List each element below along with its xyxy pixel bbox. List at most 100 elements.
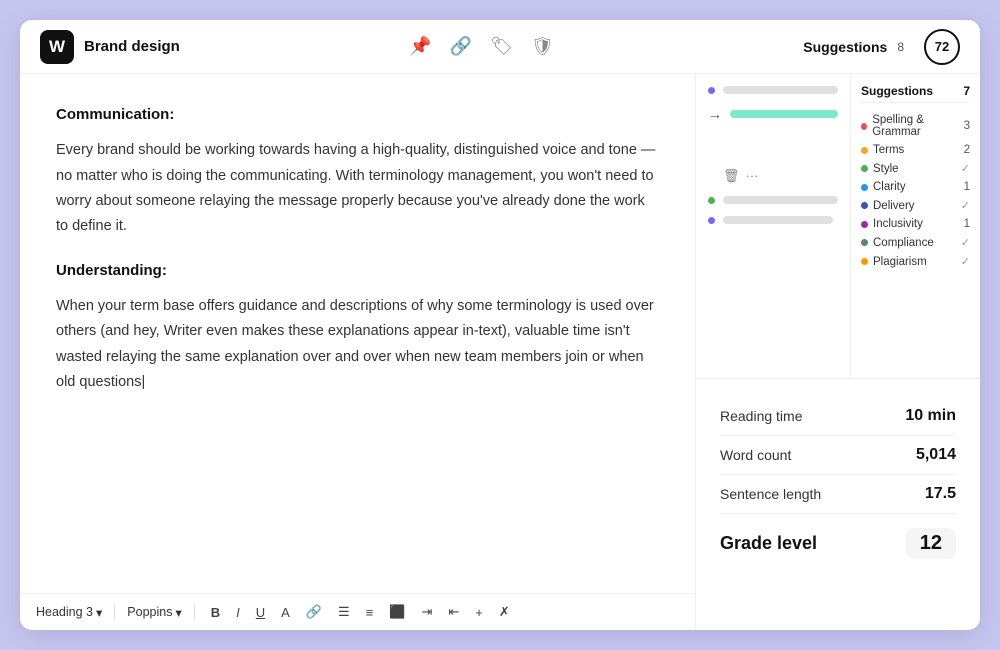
sug-line-highlighted [730, 110, 838, 118]
bold-button[interactable]: B [207, 603, 224, 622]
stats-panel: Reading time 10 min Word count 5,014 Sen… [696, 379, 980, 577]
sug-dot-2 [708, 197, 715, 204]
sug-cat-dot [861, 123, 867, 130]
sug-cat-dot [861, 147, 868, 154]
sug-cat-dot [861, 165, 868, 172]
sug-cat-row[interactable]: Plagiarism ✓ [861, 252, 970, 271]
sug-cat-count: 1 [964, 218, 970, 230]
sug-cat-row[interactable]: Terms 2 [861, 141, 970, 159]
reading-time-label: Reading time [720, 408, 803, 424]
pin-icon[interactable]: 📌 [409, 36, 431, 57]
sug-arrow: → [708, 106, 722, 122]
sug-cat-name: Style [873, 163, 899, 175]
sug-cat-row[interactable]: Style ✓ [861, 159, 970, 178]
sug-cat-title: Suggestions [861, 84, 933, 98]
sug-cat-left: Clarity [861, 181, 906, 193]
more-button[interactable]: ✗ [495, 602, 514, 622]
sentence-length-row: Sentence length 17.5 [720, 475, 956, 514]
sug-cat-name: Plagiarism [873, 256, 927, 268]
sug-cat-name: Inclusivity [873, 218, 923, 230]
sug-cat-row[interactable]: Delivery ✓ [861, 196, 970, 215]
toolbar-sep-1 [114, 604, 115, 620]
indent-button[interactable]: ⇥ [417, 602, 436, 622]
right-panel: → 🗑 ··· [695, 74, 980, 630]
more-options-icon[interactable]: ··· [746, 168, 759, 184]
suggestions-panel: → 🗑 ··· [696, 74, 980, 379]
sug-cat-dot [861, 258, 868, 265]
ul-button[interactable]: ☰ [334, 602, 354, 622]
editor-content[interactable]: Communication: Every brand should be wor… [20, 74, 695, 593]
sug-cat-left: Spelling & Grammar [861, 114, 964, 138]
sug-left: → 🗑 ··· [696, 74, 850, 378]
sug-cat-count: ✓ [961, 255, 970, 268]
sug-line-1 [723, 86, 838, 94]
logo-icon: W [40, 30, 74, 64]
sug-cat-count: 1 [964, 181, 970, 193]
checkmark: ✓ [961, 237, 970, 249]
delete-icon[interactable]: 🗑 [723, 168, 740, 184]
sug-row-3 [708, 196, 838, 204]
sug-row-4 [708, 216, 838, 224]
word-count-value: 5,014 [916, 446, 956, 464]
sug-cat-name: Compliance [873, 237, 934, 249]
sug-cat-left: Compliance [861, 237, 934, 249]
app-title: Brand design [84, 38, 180, 55]
link-icon[interactable]: 🔗 [450, 36, 472, 57]
grade-level-label: Grade level [720, 533, 817, 554]
editor-toolbar: Heading 3 ▾ Poppins ▾ B I U A 🔗 ☰ ≡ ⬛ ⇥ … [20, 593, 695, 630]
sug-cat-left: Inclusivity [861, 218, 923, 230]
sug-cat-dot [861, 202, 868, 209]
header-tools: 📌 🔗 🏷 🛡 [409, 36, 554, 57]
suggestions-label: Suggestions [803, 39, 887, 55]
checkmark: ✓ [961, 163, 970, 175]
link-button[interactable]: 🔗 [302, 602, 326, 622]
checkmark: ✓ [961, 256, 970, 268]
word-count-label: Word count [720, 447, 791, 463]
sug-cat-left: Terms [861, 144, 904, 156]
sug-cat-row[interactable]: Clarity 1 [861, 178, 970, 196]
font-select[interactable]: Poppins ▾ [127, 605, 181, 620]
sug-cat-name: Delivery [873, 200, 915, 212]
toolbar-sep-2 [194, 604, 195, 620]
sug-cat-left: Plagiarism [861, 256, 927, 268]
sentence-length-label: Sentence length [720, 486, 821, 502]
italic-button[interactable]: I [232, 603, 244, 622]
sug-cat-dot [861, 239, 868, 246]
reading-time-row: Reading time 10 min [720, 397, 956, 436]
sug-cat-count: ✓ [961, 199, 970, 212]
section2-para: When your term base offers guidance and … [56, 294, 659, 396]
section1-para: Every brand should be working towards ha… [56, 138, 659, 240]
sug-cat-row[interactable]: Compliance ✓ [861, 233, 970, 252]
sug-cat-count: ✓ [961, 236, 970, 249]
heading-select[interactable]: Heading 3 ▾ [36, 605, 102, 620]
reading-time-value: 10 min [905, 407, 956, 425]
sentence-length-value: 17.5 [925, 485, 956, 503]
sug-dot-1 [708, 87, 715, 94]
word-count-row: Word count 5,014 [720, 436, 956, 475]
sug-dot-3 [708, 217, 715, 224]
logo-wrapper: W Brand design [40, 30, 180, 64]
checkmark: ✓ [961, 200, 970, 212]
editor: Communication: Every brand should be wor… [20, 74, 695, 630]
font-color-button[interactable]: A [277, 603, 294, 622]
sug-cat-count: 3 [964, 120, 970, 132]
sug-cat-row[interactable]: Inclusivity 1 [861, 215, 970, 233]
underline-button[interactable]: U [252, 603, 269, 622]
font-label: Poppins [127, 605, 172, 619]
sug-cat-total: 7 [963, 84, 970, 98]
outdent-button[interactable]: ⇤ [444, 602, 463, 622]
align-button[interactable]: ⬛ [385, 602, 409, 622]
sug-cat-header: Suggestions 7 [861, 84, 970, 103]
sug-line-3 [723, 196, 838, 204]
sug-cat-name: Clarity [873, 181, 906, 193]
sug-actions: 🗑 ··· [708, 168, 838, 184]
grade-level-row: Grade level 12 [720, 514, 956, 559]
sug-cat-dot [861, 221, 868, 228]
tag-icon[interactable]: 🏷 [490, 36, 513, 57]
sug-cat-row[interactable]: Spelling & Grammar 3 [861, 111, 970, 141]
suggestions-count: 8 [897, 40, 904, 54]
plus-button[interactable]: + [471, 603, 487, 622]
sug-right: Suggestions 7 Spelling & Grammar 3 Terms… [850, 74, 980, 378]
shield-icon[interactable]: 🛡 [531, 36, 554, 57]
ol-button[interactable]: ≡ [362, 603, 378, 622]
